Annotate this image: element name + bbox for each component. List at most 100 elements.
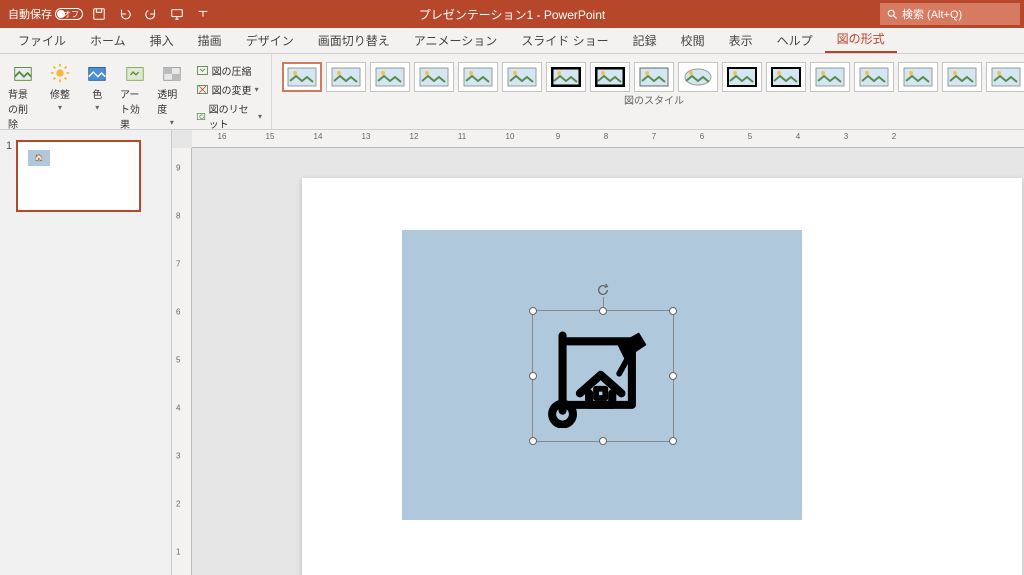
style-preview-icon — [815, 67, 845, 87]
slide-canvas-area[interactable]: 1615141312111098765432 987654321 — [172, 130, 1024, 575]
styles-group-label: 図のスタイル — [278, 92, 1024, 109]
ribbon-tabs: ファイルホーム挿入描画デザイン画面切り替えアニメーションスライド ショー記録校閲… — [0, 28, 1024, 54]
change-picture-button[interactable]: 図の変更 — [193, 81, 265, 98]
picture-style-7[interactable] — [590, 62, 630, 92]
transparency-icon — [161, 62, 183, 84]
style-preview-icon — [375, 67, 405, 87]
picture-style-5[interactable] — [502, 62, 542, 92]
resize-handle-bottom-left[interactable] — [529, 437, 537, 445]
change-picture-icon — [196, 83, 209, 96]
slide-number: 1 — [6, 140, 12, 212]
slide-thumbnail-panel: 1 🏠 — [0, 130, 172, 575]
style-preview-icon — [859, 67, 889, 87]
picture-style-10[interactable] — [722, 62, 762, 92]
picture-style-4[interactable] — [458, 62, 498, 92]
style-preview-icon — [947, 67, 977, 87]
picture-style-9[interactable] — [678, 62, 718, 92]
picture-style-6[interactable] — [546, 62, 586, 92]
remove-background-button[interactable]: 背景の削除 — [6, 60, 39, 133]
autosave-toggle[interactable]: 自動保存 オフ — [8, 6, 83, 22]
vertical-ruler: 987654321 — [172, 148, 192, 575]
resize-handle-bottom[interactable] — [599, 437, 607, 445]
ribbon-group-adjust: 背景の削除 修整 色 アート効果 透明度 図の圧縮 図の変更 図のリセット — [0, 54, 272, 129]
search-placeholder: 検索 (Alt+Q) — [902, 6, 962, 22]
tab-10[interactable]: 表示 — [717, 28, 765, 53]
save-button[interactable] — [89, 4, 109, 24]
tab-1[interactable]: ホーム — [78, 28, 138, 53]
tab-11[interactable]: ヘルプ — [765, 28, 825, 53]
style-preview-icon — [331, 67, 361, 87]
style-preview-icon — [639, 67, 669, 87]
reset-picture-button[interactable]: 図のリセット — [193, 100, 265, 132]
style-preview-icon — [771, 67, 801, 87]
style-preview-icon — [903, 67, 933, 87]
qat-customize-button[interactable] — [193, 4, 213, 24]
picture-style-8[interactable] — [634, 62, 674, 92]
style-preview-icon — [683, 67, 713, 87]
corrections-button[interactable]: 修整 — [43, 60, 76, 114]
picture-style-0[interactable] — [282, 62, 322, 92]
style-preview-icon — [595, 67, 625, 87]
tab-0[interactable]: ファイル — [6, 28, 78, 53]
picture-style-3[interactable] — [414, 62, 454, 92]
brightness-icon — [49, 62, 71, 84]
search-box[interactable]: 検索 (Alt+Q) — [880, 3, 1020, 25]
style-preview-icon — [287, 67, 317, 87]
picture-style-1[interactable] — [326, 62, 366, 92]
search-icon — [886, 8, 898, 20]
picture-style-13[interactable] — [854, 62, 894, 92]
resize-handle-top-right[interactable] — [669, 307, 677, 315]
selection-box[interactable] — [532, 310, 674, 442]
work-area: 1 🏠 1615141312111098765432 987654321 — [0, 130, 1024, 575]
style-preview-icon — [727, 67, 757, 87]
transparency-button[interactable]: 透明度 — [155, 60, 188, 129]
artistic-icon — [124, 62, 146, 84]
compress-icon — [196, 64, 209, 77]
resize-handle-bottom-right[interactable] — [669, 437, 677, 445]
tab-7[interactable]: スライド ショー — [509, 28, 620, 53]
tab-6[interactable]: アニメーション — [402, 28, 510, 53]
undo-button[interactable] — [115, 4, 135, 24]
resize-handle-top[interactable] — [599, 307, 607, 315]
title-bar: 自動保存 オフ プレゼンテーション1 - PowerPoint 検索 (Alt+… — [0, 0, 1024, 28]
redo-button[interactable] — [141, 4, 161, 24]
tab-3[interactable]: 描画 — [186, 28, 234, 53]
style-preview-icon — [463, 67, 493, 87]
picture-style-12[interactable] — [810, 62, 850, 92]
remove-background-icon — [12, 62, 34, 84]
picture-style-11[interactable] — [766, 62, 806, 92]
rotate-handle[interactable] — [596, 283, 610, 297]
tab-5[interactable]: 画面切り替え — [306, 28, 402, 53]
picture-style-15[interactable] — [942, 62, 982, 92]
resize-handle-right[interactable] — [669, 372, 677, 380]
start-from-beginning-button[interactable] — [167, 4, 187, 24]
style-preview-icon — [991, 67, 1021, 87]
color-button[interactable]: 色 — [81, 60, 114, 114]
color-icon — [86, 62, 108, 84]
tab-12[interactable]: 図の形式 — [825, 26, 897, 53]
tab-2[interactable]: 挿入 — [138, 28, 186, 53]
tab-8[interactable]: 記録 — [621, 28, 669, 53]
tab-4[interactable]: デザイン — [234, 28, 306, 53]
style-preview-icon — [419, 67, 449, 87]
slide-thumbnail[interactable]: 1 🏠 — [0, 140, 171, 212]
reset-icon — [196, 110, 206, 123]
picture-style-16[interactable] — [986, 62, 1024, 92]
compress-picture-button[interactable]: 図の圧縮 — [193, 62, 265, 79]
slide-thumbnail-preview: 🏠 — [16, 140, 141, 212]
picture-style-14[interactable] — [898, 62, 938, 92]
picture-style-2[interactable] — [370, 62, 410, 92]
autosave-label: 自動保存 — [8, 6, 52, 22]
resize-handle-left[interactable] — [529, 372, 537, 380]
thumbnail-content-icon: 🏠 — [28, 150, 50, 166]
resize-handle-top-left[interactable] — [529, 307, 537, 315]
ribbon-group-picture-styles: 図のスタイル — [272, 54, 1024, 129]
style-preview-icon — [507, 67, 537, 87]
toggle-off-icon: オフ — [55, 8, 83, 20]
style-preview-icon — [551, 67, 581, 87]
picture-style-gallery[interactable] — [278, 56, 1024, 92]
tab-9[interactable]: 校閲 — [669, 28, 717, 53]
horizontal-ruler: 1615141312111098765432 — [192, 130, 1024, 148]
ribbon: 背景の削除 修整 色 アート効果 透明度 図の圧縮 図の変更 図のリセット — [0, 54, 1024, 130]
window-title: プレゼンテーション1 - PowerPoint — [419, 6, 605, 23]
